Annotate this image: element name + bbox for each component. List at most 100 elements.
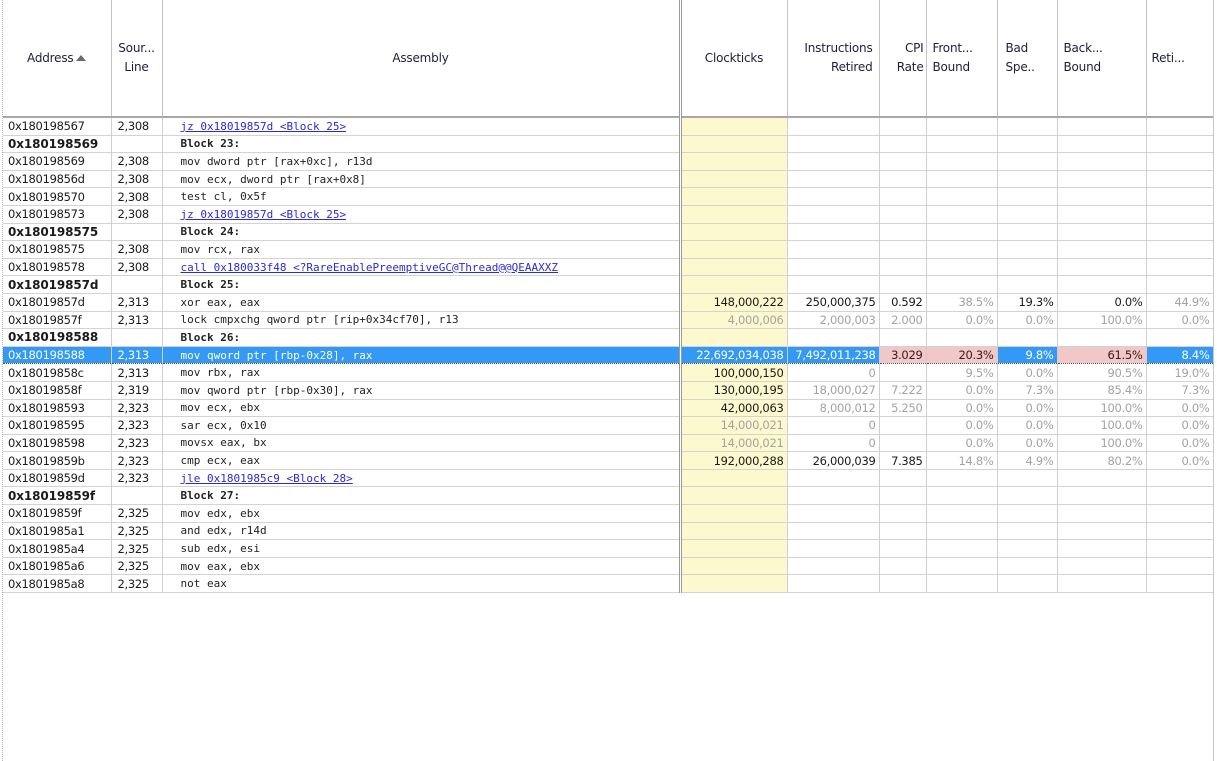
column-header-address[interactable]: Address bbox=[3, 0, 112, 118]
retiring-cell: 0.0% bbox=[1146, 311, 1214, 330]
bad-speculation-cell bbox=[997, 240, 1058, 259]
jump-target-link[interactable]: jle 0x1801985c9 <Block 28> bbox=[181, 472, 353, 485]
clockticks-cell bbox=[680, 258, 788, 277]
instructions-retired-cell bbox=[787, 557, 880, 576]
cpi-rate-cell: 7.222 bbox=[879, 381, 927, 400]
jump-target-link[interactable]: call 0x180033f48 <?RareEnablePreemptiveG… bbox=[181, 261, 559, 274]
instructions-retired-cell bbox=[787, 240, 880, 259]
column-header-back-end-bound[interactable]: Back... Bound bbox=[1057, 0, 1147, 118]
clockticks-cell: 42,000,063 bbox=[680, 399, 788, 418]
back-end-bound-cell bbox=[1057, 135, 1147, 154]
instruction-row[interactable]: 0x18019857d 2,313 xor eax, eax 148,000,222 2… bbox=[3, 293, 1214, 312]
back-end-bound-cell bbox=[1057, 504, 1147, 523]
back-end-bound-cell: 61.5% bbox=[1057, 345, 1147, 365]
assembly-cell: not eax bbox=[162, 574, 682, 594]
bad-speculation-cell bbox=[997, 135, 1058, 154]
cpi-rate-cell bbox=[879, 522, 927, 541]
column-header-source-line[interactable]: Sour... Line bbox=[111, 0, 163, 118]
back-end-bound-cell bbox=[1057, 223, 1147, 242]
block-header-row[interactable]: 0x180198588 Block 26: bbox=[3, 328, 1214, 347]
address-cell: 0x180198575 bbox=[3, 240, 112, 259]
bad-speculation-cell bbox=[997, 469, 1058, 488]
instruction-row[interactable]: 0x18019859b 2,323 cmp ecx, eax 192,000,288 2… bbox=[3, 451, 1214, 470]
instruction-row[interactable]: 0x18019859f 2,325 mov edx, ebx bbox=[3, 504, 1214, 523]
source-line-cell: 2,313 bbox=[111, 363, 163, 382]
assembly-table: Address Sour... Line Assembly Clockticks… bbox=[3, 0, 1214, 594]
instructions-retired-cell bbox=[787, 469, 880, 488]
instruction-row[interactable]: 0x180198588 2,313 mov qword ptr [rbp-0x28]… bbox=[3, 345, 1214, 365]
instruction-row[interactable]: 0x18019858c 2,313 mov rbx, rax 100,000,150 0… bbox=[3, 363, 1214, 382]
block-header-row[interactable]: 0x18019859f Block 27: bbox=[3, 486, 1214, 506]
bad-speculation-cell: 4.9% bbox=[997, 451, 1058, 470]
back-end-bound-cell: 85.4% bbox=[1057, 381, 1147, 400]
source-line-cell bbox=[111, 486, 163, 506]
clockticks-cell: 100,000,150 bbox=[680, 363, 788, 382]
instruction-row[interactable]: 0x180198567 2,308 jz 0x18019857d <Block 25… bbox=[3, 117, 1214, 136]
instructions-retired-cell bbox=[787, 486, 880, 506]
retiring-cell bbox=[1146, 469, 1214, 488]
clockticks-cell: 22,692,034,038 bbox=[680, 345, 788, 365]
instruction-row[interactable]: 0x18019859d 2,323 jle 0x1801985c9 <Block 2… bbox=[3, 469, 1214, 488]
jump-target-link[interactable]: jz 0x18019857d <Block 25> bbox=[181, 120, 347, 133]
instruction-row[interactable]: 0x180198569 2,308 mov dword ptr [rax+0xc],… bbox=[3, 152, 1214, 171]
bad-speculation-cell bbox=[997, 504, 1058, 523]
retiring-cell bbox=[1146, 258, 1214, 277]
column-header-retiring[interactable]: Reti... bbox=[1146, 0, 1214, 118]
instructions-retired-cell: 8,000,012 bbox=[787, 399, 880, 418]
instruction-row[interactable]: 0x1801985a8 2,325 not eax bbox=[3, 574, 1214, 594]
instruction-row[interactable]: 0x1801985a1 2,325 and edx, r14d bbox=[3, 522, 1214, 541]
address-cell: 0x18019857d bbox=[3, 275, 112, 294]
retiring-cell bbox=[1146, 135, 1214, 154]
block-header-row[interactable]: 0x180198569 Block 23: bbox=[3, 135, 1214, 154]
instruction-row[interactable]: 0x180198570 2,308 test cl, 0x5f bbox=[3, 187, 1214, 206]
assembly-cell: mov dword ptr [rax+0xc], r13d bbox=[162, 152, 682, 171]
cpi-rate-cell bbox=[879, 574, 927, 594]
column-header-instructions-retired[interactable]: Instructions Retired bbox=[787, 0, 880, 118]
address-cell: 0x18019858f bbox=[3, 381, 112, 400]
assembly-cell: test cl, 0x5f bbox=[162, 187, 682, 206]
source-line-cell: 2,308 bbox=[111, 152, 163, 171]
bad-speculation-cell: 0.0% bbox=[997, 363, 1058, 382]
jump-target-link[interactable]: jz 0x18019857d <Block 25> bbox=[181, 208, 347, 221]
assembly-cell: mov edx, ebx bbox=[162, 504, 682, 523]
retiring-cell bbox=[1146, 539, 1214, 558]
instruction-row[interactable]: 0x180198578 2,308 call 0x180033f48 <?RareE… bbox=[3, 258, 1214, 277]
column-header-instructions-retired-label-2: Retired bbox=[831, 60, 873, 74]
bad-speculation-cell bbox=[997, 205, 1058, 224]
cpi-rate-cell: 2.000 bbox=[879, 311, 927, 330]
block-label-cell: Block 26: bbox=[162, 328, 682, 347]
block-header-row[interactable]: 0x18019857d Block 25: bbox=[3, 275, 1214, 294]
instruction-row[interactable]: 0x180198598 2,323 movsx eax, bx 14,000,021 0… bbox=[3, 434, 1214, 453]
cpi-rate-cell bbox=[879, 170, 927, 189]
address-cell: 0x18019856d bbox=[3, 170, 112, 189]
instruction-row[interactable]: 0x180198595 2,323 sar ecx, 0x10 14,000,021 0… bbox=[3, 416, 1214, 435]
column-header-front-end-bound[interactable]: Front... Bound bbox=[926, 0, 998, 118]
instruction-row[interactable]: 0x1801985a4 2,325 sub edx, esi bbox=[3, 539, 1214, 558]
instruction-row[interactable]: 0x18019857f 2,313 lock cmpxchg qword ptr [… bbox=[3, 311, 1214, 330]
cpi-rate-cell bbox=[879, 469, 927, 488]
instruction-row[interactable]: 0x18019856d 2,308 mov ecx, dword ptr [rax+… bbox=[3, 170, 1214, 189]
source-line-cell: 2,323 bbox=[111, 469, 163, 488]
column-header-clockticks-label: Clockticks bbox=[704, 50, 764, 65]
assembly-cell: jz 0x18019857d <Block 25> bbox=[162, 117, 682, 136]
block-header-row[interactable]: 0x180198575 Block 24: bbox=[3, 223, 1214, 242]
instruction-row[interactable]: 0x180198593 2,323 mov ecx, ebx 42,000,063 8,… bbox=[3, 399, 1214, 418]
address-cell: 0x1801985a6 bbox=[3, 557, 112, 576]
clockticks-cell bbox=[680, 328, 788, 347]
instruction-row[interactable]: 0x18019858f 2,319 mov qword ptr [rbp-0x30]… bbox=[3, 381, 1214, 400]
source-line-cell: 2,313 bbox=[111, 345, 163, 365]
column-header-cpi-rate[interactable]: CPI Rate bbox=[879, 0, 927, 118]
cpi-rate-cell bbox=[879, 363, 927, 382]
column-header-assembly[interactable]: Assembly bbox=[162, 0, 682, 118]
front-end-bound-cell: 0.0% bbox=[926, 381, 998, 400]
instruction-row[interactable]: 0x1801985a6 2,325 mov eax, ebx bbox=[3, 557, 1214, 576]
column-header-clockticks[interactable]: Clockticks bbox=[680, 0, 788, 118]
column-header-bad-speculation[interactable]: Bad Spe.. bbox=[997, 0, 1058, 118]
cpi-rate-cell bbox=[879, 434, 927, 453]
assembly-cell: mov eax, ebx bbox=[162, 557, 682, 576]
instruction-row[interactable]: 0x180198573 2,308 jz 0x18019857d <Block 25… bbox=[3, 205, 1214, 224]
instruction-row[interactable]: 0x180198575 2,308 mov rcx, rax bbox=[3, 240, 1214, 259]
back-end-bound-cell bbox=[1057, 328, 1147, 347]
bad-speculation-cell: 19.3% bbox=[997, 293, 1058, 312]
back-end-bound-cell: 80.2% bbox=[1057, 451, 1147, 470]
